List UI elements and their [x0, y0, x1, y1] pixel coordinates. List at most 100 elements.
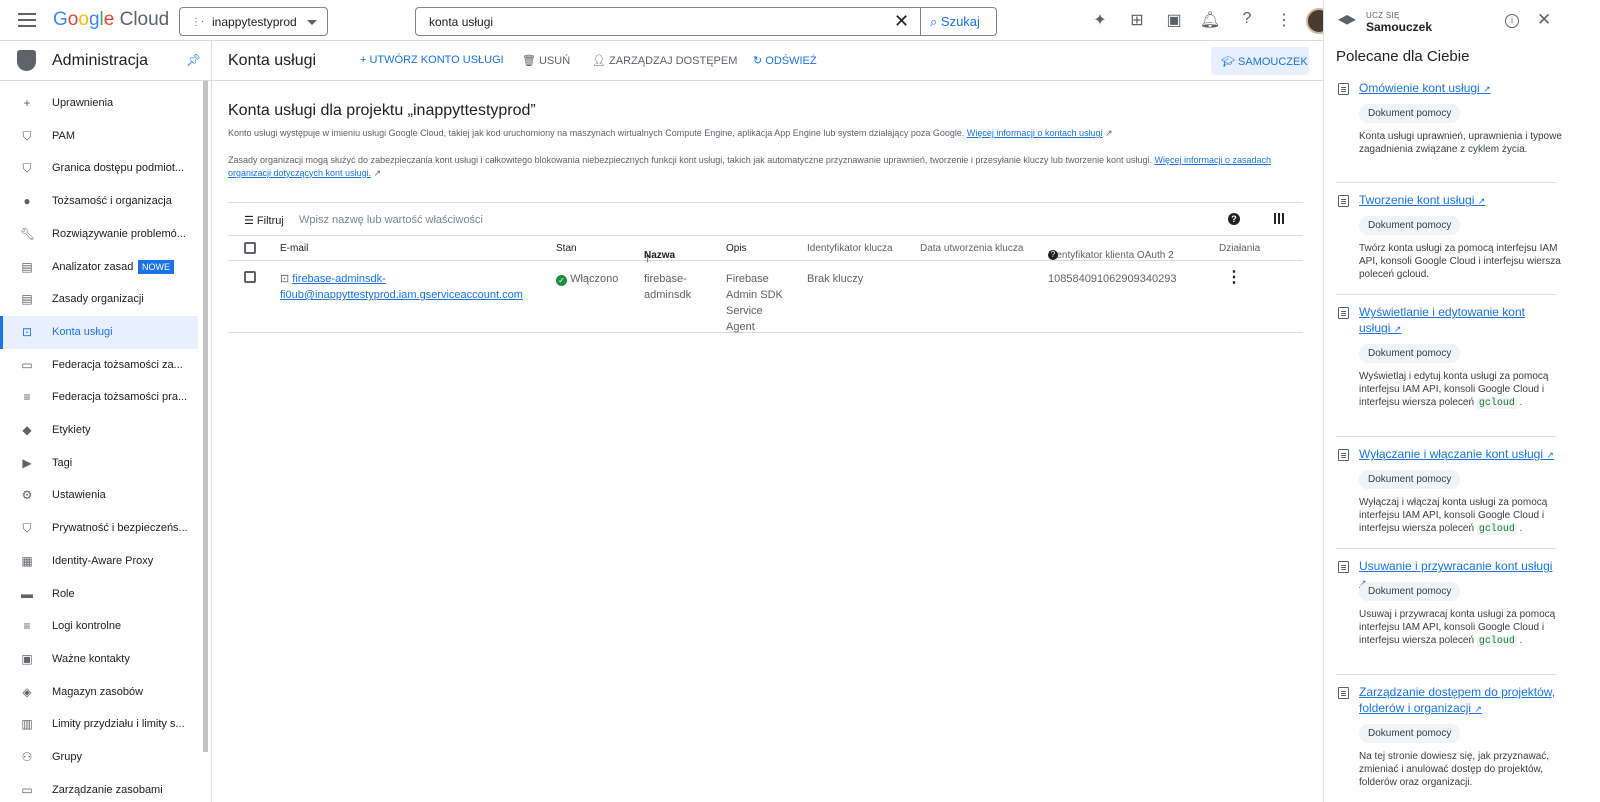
sidebar-item-3[interactable]: ● Tożsamość i organizacja [0, 185, 198, 218]
sidebar-item-6[interactable]: ▤ Zasady organizacji [0, 283, 198, 316]
help-icon[interactable]: ? [1236, 10, 1258, 32]
row-actions-icon[interactable]: ⋮ [1226, 267, 1242, 287]
sidebar-item-8[interactable]: ▭ Federacja tożsamości za... [0, 349, 198, 382]
column-status[interactable]: Stan [556, 243, 577, 254]
sidebar-item-16[interactable]: ≡ Logi kontrolne [0, 610, 198, 643]
sidebar-item-9[interactable]: ≡ Federacja tożsamości pra... [0, 381, 198, 414]
sidebar-item-19[interactable]: ▥ Limity przydziału i limity s... [0, 708, 198, 741]
label-icon: ◆ [22, 423, 32, 437]
refresh-button[interactable]: ↻ ODŚWIEŻ [753, 54, 817, 67]
sidebar-item-0[interactable]: + Uprawnienia [0, 87, 198, 120]
code-snippet: gcloud [1476, 636, 1517, 647]
cloud-shell-icon[interactable]: ▣ [1163, 10, 1185, 32]
help-icon[interactable]: ? [1228, 213, 1240, 225]
help-card-link[interactable]: Omówienie kont usługi ↗ [1359, 80, 1557, 97]
delete-button[interactable]: 🗑︎ USUŃ [522, 54, 570, 67]
help-icon: ? [1048, 250, 1058, 260]
sidebar-item-10[interactable]: ◆ Etykiety [0, 414, 198, 447]
filter-button[interactable]: ☰ Filtruj [244, 214, 284, 227]
sidebar-item-7[interactable]: ⊡ Konta usługi [0, 315, 198, 349]
project-icon: ⋮⋅ [191, 17, 205, 28]
project-picker[interactable]: ⋮⋅ inappytestyprod [179, 7, 328, 36]
tutorial-button[interactable]: 🎓︎ SAMOUCZEK [1211, 47, 1309, 75]
gemini-icon[interactable]: ✦ [1089, 10, 1111, 32]
column-key-date[interactable]: Data utworzenia klucza [920, 243, 1023, 254]
document-icon [1338, 307, 1349, 319]
clear-icon[interactable]: ✕ [894, 11, 909, 32]
column-key-id[interactable]: Identyfikator klucza [807, 243, 893, 254]
create-service-account-button[interactable]: + UTWÓRZ KONTO USŁUGI [360, 54, 504, 66]
search-bar[interactable]: konta usługi ✕ ⌕ Szukaj [415, 7, 997, 36]
sidebar-item-2[interactable]: ⛉ Granica dostępu podmiot... [0, 152, 198, 185]
oauth-id-cell: 108584091062909340293 [1048, 273, 1177, 285]
external-link-icon: ↗ [373, 168, 382, 178]
sidebar-item-label: Magazyn zasobów [52, 685, 144, 698]
divider [1336, 182, 1556, 183]
notifications-icon[interactable]: 🔔︎ [1199, 10, 1221, 32]
help-card-description: Konta usługi uprawnień, uprawnienia i ty… [1359, 131, 1562, 155]
gift-icon[interactable]: ⊞ [1126, 10, 1148, 32]
sidebar-item-1[interactable]: ⛉ PAM [0, 120, 198, 153]
divider [1336, 674, 1556, 675]
help-card-description: Wyłączaj i włączaj konta usługi za pomoc… [1359, 497, 1548, 535]
search-button[interactable]: ⌕ Szukaj [920, 8, 997, 35]
search-input[interactable]: konta usługi [429, 15, 493, 29]
help-card-link[interactable]: Wyłączanie i włączanie kont usługi ↗ [1359, 446, 1557, 463]
sidebar-item-label: Role [52, 587, 75, 600]
column-display-icon[interactable] [1274, 213, 1284, 224]
table-header: E-mail Stan Nazwa ↑ Opis Identyfikator k… [228, 236, 1303, 265]
sidebar-item-14[interactable]: ▦ Identity-Aware Proxy [0, 545, 198, 578]
sidebar-item-13[interactable]: ⛉ Prywatność i bezpieczeńs... [0, 512, 198, 545]
sidebar-item-label: Ważne kontakty [52, 652, 130, 665]
sidebar-item-label: Tożsamość i organizacja [52, 195, 172, 208]
sidebar-item-label: Identity-Aware Proxy [52, 554, 154, 567]
sidebar-header: Administracja 📌︎ [0, 41, 211, 81]
email-link[interactable]: ⊡ firebase-adminsdk-fi0ub@inappyttestypr… [280, 271, 523, 303]
sidebar-item-15[interactable]: ▬ Role [0, 578, 198, 611]
external-link-icon: ↗ [1474, 704, 1482, 714]
account-circle-icon: ● [23, 194, 31, 209]
sidebar-item-20[interactable]: ⚇ Grupy [0, 741, 198, 774]
sidebar-item-4[interactable]: 🔧︎ Rozwiązywanie problemó... [0, 218, 198, 251]
sidebar-item-21[interactable]: ▭ Zarządzanie zasobami [0, 774, 198, 802]
learn-more-link[interactable]: Więcej informacji o kontach usługi [967, 128, 1103, 138]
sidebar-item-5[interactable]: ▤ Analizator zasad NOWE [0, 251, 198, 284]
document-icon [1338, 449, 1349, 461]
table-row: ⊡ firebase-adminsdk-fi0ub@inappyttestypr… [228, 261, 1303, 333]
menu-icon[interactable] [18, 13, 36, 27]
document-icon [1338, 195, 1349, 207]
row-checkbox[interactable] [244, 271, 256, 283]
select-all-checkbox[interactable] [244, 242, 256, 254]
help-card-description: Wyświetlaj i edytuj konta usługi za pomo… [1359, 371, 1549, 409]
help-card-link[interactable]: Zarządzanie dostępem do projektów, folde… [1359, 684, 1557, 717]
sidebar-item-17[interactable]: ▣ Ważne kontakty [0, 643, 198, 676]
sidebar-item-label: PAM [52, 129, 76, 142]
more-vert-icon[interactable]: ⋮ [1273, 10, 1295, 32]
column-description[interactable]: Opis [726, 243, 747, 254]
google-cloud-logo[interactable]: Google Cloud [53, 9, 169, 31]
document-icon [1338, 83, 1349, 95]
page-title: Konta usługi [228, 52, 317, 69]
doc-type-chip: Dokument pomocy [1359, 216, 1461, 235]
recommended-heading: Polecane dla Ciebie [1336, 48, 1470, 65]
column-actions: Działania [1219, 243, 1261, 254]
sidebar: Administracja 📌︎ + Uprawnienia ⛉ PAM ⛉ Granic… [0, 41, 212, 802]
doc-type-chip: Dokument pomocy [1359, 104, 1461, 123]
info-icon[interactable]: i [1505, 14, 1519, 28]
doc-type-chip: Dokument pomocy [1359, 582, 1461, 601]
sidebar-item-12[interactable]: ⚙ Ustawienia [0, 479, 198, 512]
help-card-link[interactable]: Tworzenie kont usługi ↗ [1359, 192, 1557, 209]
filter-input[interactable]: Wpisz nazwę lub wartość właściwości [299, 214, 483, 226]
filter-bar: ☰ Filtruj Wpisz nazwę lub wartość właści… [228, 202, 1303, 236]
sidebar-item-18[interactable]: ◈ Magazyn zasobów [0, 676, 198, 709]
manage-access-button[interactable]: 👤︎ ZARZĄDZAJ DOSTĘPEM [592, 54, 737, 67]
contacts-icon: ▣ [21, 651, 33, 666]
shield-lock-icon: ⛉ [22, 161, 32, 176]
column-email[interactable]: E-mail [280, 243, 308, 254]
help-card-link[interactable]: Wyświetlanie i edytowanie kont usługi ↗ [1359, 304, 1557, 337]
pin-icon[interactable]: 📌︎ [186, 53, 201, 67]
close-icon[interactable]: ✕ [1537, 10, 1551, 30]
sidebar-item-11[interactable]: ▶ Tagi [0, 447, 198, 480]
shield-icon: ⛉ [22, 521, 32, 536]
sidebar-scrollbar[interactable] [203, 81, 208, 752]
